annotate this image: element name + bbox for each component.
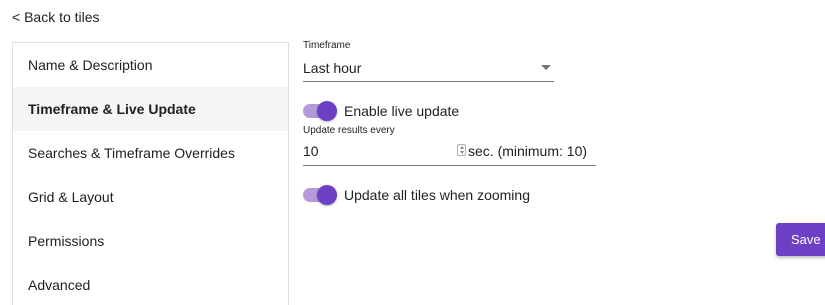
live-update-toggle[interactable]	[303, 101, 337, 121]
update-interval-input[interactable]: 10	[303, 138, 468, 166]
sidebar-item-grid-layout[interactable]: Grid & Layout	[13, 175, 288, 219]
sidebar-item-name-description[interactable]: Name & Description	[13, 43, 288, 87]
sidebar-item-permissions[interactable]: Permissions	[13, 219, 288, 263]
sidebar-item-advanced[interactable]: Advanced	[13, 263, 288, 305]
save-button[interactable]: Save	[776, 223, 825, 256]
timeframe-label: Timeframe	[303, 40, 351, 51]
live-update-label: Enable live update	[344, 103, 460, 119]
sidebar-item-timeframe-live-update[interactable]: Timeframe & Live Update	[13, 87, 288, 131]
update-interval-suffix: sec. (minimum: 10)	[468, 143, 588, 159]
update-interval-label: Update results every	[303, 125, 395, 136]
update-interval-value: 10	[303, 143, 319, 159]
chevron-down-icon	[541, 65, 551, 70]
settings-sidebar: Name & Description Timeframe & Live Upda…	[12, 42, 289, 305]
timeframe-value: Last hour	[303, 60, 362, 76]
timeframe-select[interactable]: Last hour	[303, 56, 554, 82]
sidebar-item-searches-timeframe-overrides[interactable]: Searches & Timeframe Overrides	[13, 131, 288, 175]
toggle-thumb	[317, 185, 337, 205]
toggle-thumb	[317, 101, 337, 121]
tile-settings-page: < Back to tiles Name & Description Timef…	[0, 0, 825, 305]
number-stepper-icon[interactable]	[457, 144, 466, 156]
zoom-update-toggle[interactable]	[303, 185, 337, 205]
zoom-update-label: Update all tiles when zooming	[344, 187, 530, 203]
back-to-tiles-link[interactable]: < Back to tiles	[12, 9, 100, 25]
